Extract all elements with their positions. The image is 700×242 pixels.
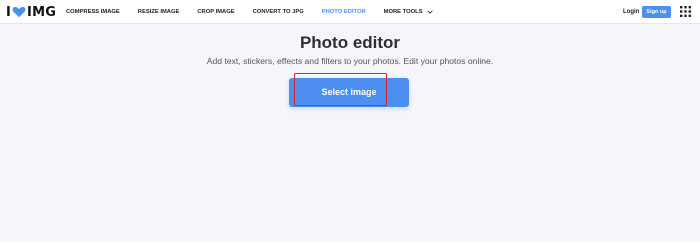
heart-icon [12, 6, 26, 18]
page-title: Photo editor [299, 33, 401, 52]
ilovemg-logo[interactable]: I IMG [6, 3, 56, 21]
nav-photo-editor[interactable]: PHOTO EDITOR [322, 9, 366, 15]
nav-label: PHOTO EDITOR [321, 9, 366, 15]
nav-label: RESIZE IMAGE [137, 9, 180, 15]
nav-more-tools[interactable]: MORE TOOLS [384, 9, 433, 15]
page-subtitle: Add text, stickers, effects and filters … [206, 56, 494, 66]
logo-letters-img: IMG [27, 4, 57, 20]
nav-label: COMPRESS IMAGE [66, 9, 120, 15]
select-image-button[interactable]: Select image [289, 78, 409, 107]
login-link[interactable]: Login [623, 6, 639, 18]
nav-crop-image[interactable]: CROP IMAGE [197, 9, 234, 15]
nav-convert-to-jpg[interactable]: CONVERT TO JPG [253, 9, 304, 15]
nav-label: CONVERT TO JPG [252, 9, 304, 15]
nav-label: CROP IMAGE [197, 9, 235, 15]
grid-menu-icon[interactable] [680, 6, 691, 17]
logo-letter-i: I [6, 4, 12, 20]
main-nav: COMPRESS IMAGE RESIZE IMAGE CROP IMAGE C… [66, 0, 451, 24]
top-navigation-bar: I IMG COMPRESS IMAGE RESIZE IMAGE CROP I… [0, 0, 700, 24]
nav-resize-image[interactable]: RESIZE IMAGE [138, 9, 180, 15]
chevron-down-icon [426, 10, 433, 14]
signup-button[interactable]: Sign up [642, 6, 671, 18]
nav-label: MORE TOOLS [383, 9, 423, 15]
nav-compress-image[interactable]: COMPRESS IMAGE [66, 9, 120, 15]
